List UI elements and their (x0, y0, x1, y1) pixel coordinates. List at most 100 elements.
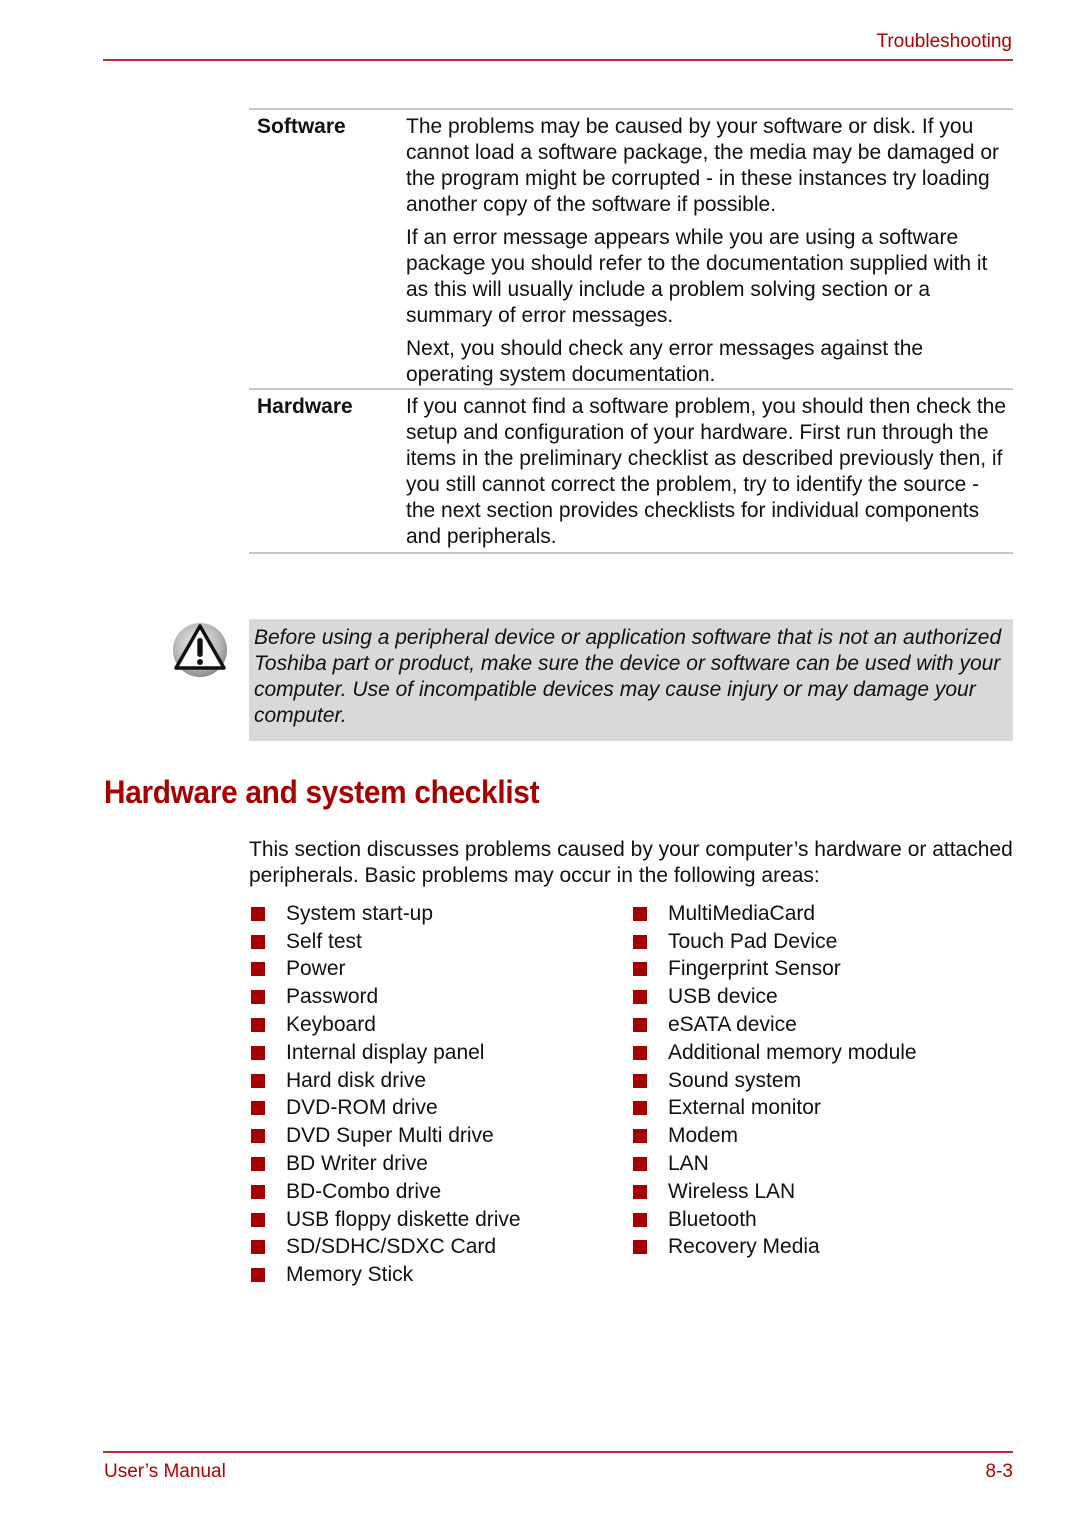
list-item: Internal display panel (251, 1039, 521, 1067)
list-item-label: BD-Combo drive (286, 1179, 442, 1203)
list-item-label: eSATA device (668, 1013, 797, 1037)
section-title: Hardware and system checklist (104, 774, 540, 810)
definition-paragraph: The problems may be caused by your softw… (406, 115, 1000, 216)
list-item: Self test (251, 928, 521, 956)
list-item: BD Writer drive (251, 1150, 521, 1178)
list-item: Password (251, 983, 521, 1011)
list-item: BD-Combo drive (251, 1178, 521, 1206)
checklist-column-2: MultiMediaCard Touch Pad Device Fingerpr… (633, 900, 917, 1261)
footer-manual-title: User’s Manual (104, 1461, 226, 1482)
list-item-label: MultiMediaCard (668, 901, 816, 925)
square-bullet-icon (251, 1240, 265, 1255)
list-item: SD/SDHC/SDXC Card (251, 1234, 521, 1262)
list-item: Fingerprint Sensor (633, 956, 917, 984)
square-bullet-icon (633, 990, 647, 1005)
definition-paragraph: If you cannot find a software problem, y… (406, 395, 1007, 548)
list-item: LAN (633, 1150, 917, 1178)
list-item-label: Fingerprint Sensor (668, 957, 841, 981)
list-item: Hard disk drive (251, 1067, 521, 1095)
list-item: Modem (633, 1122, 917, 1150)
list-item: MultiMediaCard (633, 900, 917, 928)
square-bullet-icon (633, 1129, 647, 1144)
checklist-column-1: System start-up Self test Power Password… (251, 900, 521, 1289)
square-bullet-icon (633, 1018, 647, 1033)
square-bullet-icon (633, 962, 647, 977)
definition-paragraph: Next, you should check any error message… (406, 337, 924, 386)
list-item-label: Modem (668, 1124, 739, 1148)
list-item-label: Recovery Media (668, 1235, 820, 1259)
list-item: DVD Super Multi drive (251, 1122, 521, 1150)
square-bullet-icon (251, 1073, 265, 1088)
definition-body: If you cannot find a software problem, y… (406, 393, 1013, 550)
square-bullet-icon (251, 962, 265, 977)
definition-term: Hardware (257, 395, 353, 418)
list-item-label: System start-up (286, 901, 434, 925)
list-item-label: External monitor (668, 1096, 821, 1120)
header-divider (103, 59, 1013, 61)
list-item: External monitor (633, 1095, 917, 1123)
list-item-label: USB device (668, 985, 778, 1009)
list-item: Touch Pad Device (633, 928, 917, 956)
warning-note: Before using a peripheral device or appl… (249, 619, 1013, 741)
list-item-label: USB floppy diskette drive (286, 1207, 521, 1231)
square-bullet-icon (251, 1129, 265, 1144)
list-item: Wireless LAN (633, 1178, 917, 1206)
list-item: Keyboard (251, 1011, 521, 1039)
list-item: System start-up (251, 900, 521, 928)
list-item-label: SD/SDHC/SDXC Card (286, 1235, 497, 1259)
list-item-label: BD Writer drive (286, 1152, 428, 1176)
square-bullet-icon (633, 1045, 647, 1060)
list-item-label: Self test (286, 929, 362, 953)
definition-body: The problems may be caused by your softw… (406, 113, 1013, 388)
square-bullet-icon (633, 1212, 647, 1227)
list-item: DVD-ROM drive (251, 1095, 521, 1123)
square-bullet-icon (633, 1073, 647, 1088)
section-intro: This section discusses problems caused b… (249, 838, 1013, 887)
list-item-label: Hard disk drive (286, 1068, 427, 1092)
square-bullet-icon (633, 934, 647, 949)
square-bullet-icon (633, 1240, 647, 1255)
square-bullet-icon (633, 1101, 647, 1116)
square-bullet-icon (251, 1268, 265, 1283)
footer-divider (103, 1451, 1013, 1453)
definition-paragraph: If an error message appears while you ar… (406, 226, 988, 327)
list-item: Additional memory module (633, 1039, 917, 1067)
square-bullet-icon (251, 1045, 265, 1060)
list-item: Power (251, 956, 521, 984)
square-bullet-icon (251, 1212, 265, 1227)
square-bullet-icon (251, 1101, 265, 1116)
square-bullet-icon (633, 906, 647, 921)
list-item-label: Password (286, 985, 379, 1009)
square-bullet-icon (633, 1184, 647, 1199)
list-item-label: Additional memory module (668, 1040, 917, 1064)
list-item-label: DVD Super Multi drive (286, 1124, 494, 1148)
list-item: Recovery Media (633, 1234, 917, 1262)
square-bullet-icon (251, 990, 265, 1005)
square-bullet-icon (251, 1157, 265, 1172)
square-bullet-icon (251, 934, 265, 949)
list-item-label: DVD-ROM drive (286, 1096, 438, 1120)
square-bullet-icon (251, 906, 265, 921)
list-item-label: Touch Pad Device (668, 929, 838, 953)
running-header-section: Troubleshooting (876, 31, 1012, 52)
definition-table: Software The problems may be caused by y… (249, 108, 1013, 554)
list-item-label: Power (286, 957, 346, 981)
page-number: 8-3 (985, 1461, 1013, 1482)
square-bullet-icon (251, 1018, 265, 1033)
list-item-label: LAN (668, 1152, 709, 1176)
list-item-label: Memory Stick (286, 1263, 414, 1287)
list-item: Memory Stick (251, 1261, 521, 1289)
warning-text: Before using a peripheral device or appl… (254, 626, 1002, 727)
square-bullet-icon (251, 1184, 265, 1199)
square-bullet-icon (633, 1157, 647, 1172)
definition-row-hardware: Hardware If you cannot find a software p… (249, 388, 1013, 554)
list-item: USB device (633, 983, 917, 1011)
list-item-label: Keyboard (286, 1013, 376, 1037)
definition-row-software: Software The problems may be caused by y… (249, 108, 1013, 388)
list-item: eSATA device (633, 1011, 917, 1039)
definition-term: Software (257, 115, 346, 138)
list-item-label: Internal display panel (286, 1040, 485, 1064)
list-item: Sound system (633, 1067, 917, 1095)
list-item-label: Sound system (668, 1068, 802, 1092)
list-item-label: Wireless LAN (668, 1179, 796, 1203)
